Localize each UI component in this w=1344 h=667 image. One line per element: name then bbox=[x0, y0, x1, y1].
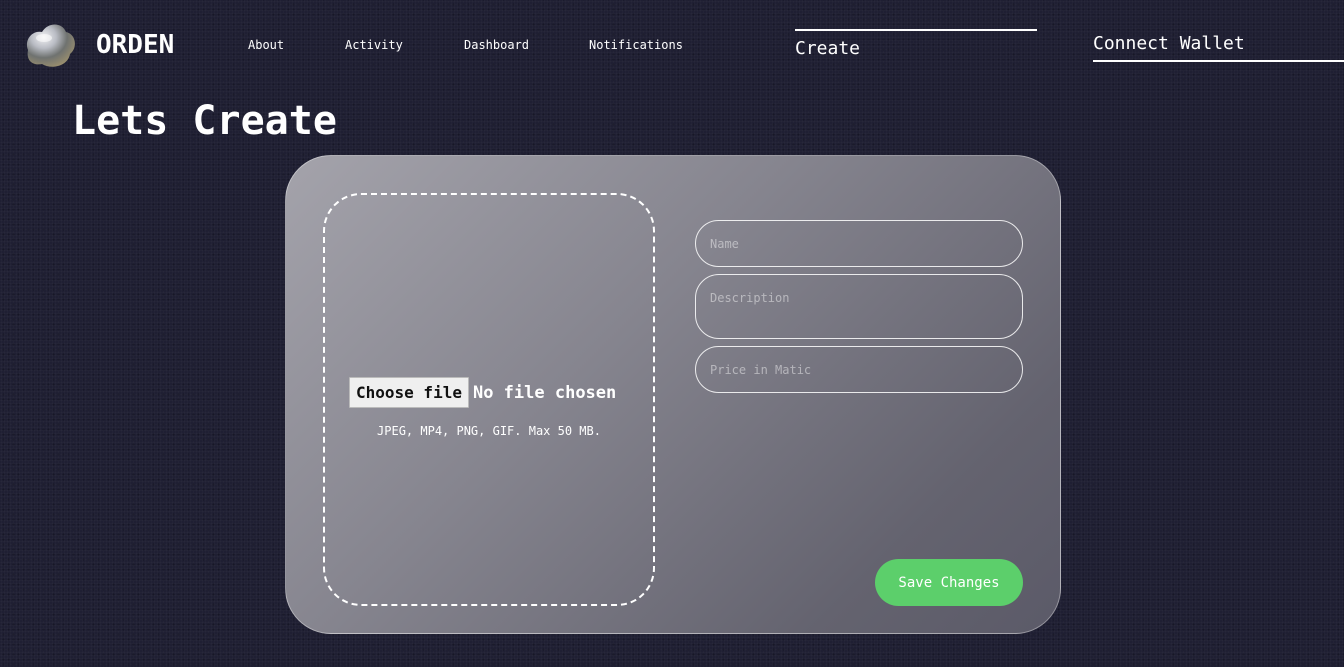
page-title: Lets Create bbox=[72, 98, 337, 144]
nav-notifications[interactable]: Notifications bbox=[589, 38, 683, 52]
nav-dashboard[interactable]: Dashboard bbox=[464, 38, 529, 52]
connect-wallet-label: Connect Wallet bbox=[1093, 33, 1245, 54]
logo-icon[interactable] bbox=[22, 20, 78, 70]
file-format-hint: JPEG, MP4, PNG, GIF. Max 50 MB. bbox=[377, 424, 601, 438]
nav-activity[interactable]: Activity bbox=[345, 38, 403, 52]
file-dropzone[interactable]: Choose file No file chosen JPEG, MP4, PN… bbox=[323, 193, 655, 606]
nav-about[interactable]: About bbox=[248, 38, 284, 52]
brand-name[interactable]: ORDEN bbox=[96, 30, 174, 60]
connect-wallet-button[interactable]: Connect Wallet bbox=[1093, 33, 1344, 62]
create-form-card: Choose file No file chosen JPEG, MP4, PN… bbox=[285, 155, 1061, 634]
description-input[interactable] bbox=[695, 274, 1023, 339]
create-tab-label: Create bbox=[795, 38, 861, 59]
file-input[interactable]: Choose file No file chosen bbox=[349, 377, 616, 408]
price-input[interactable] bbox=[695, 346, 1023, 393]
save-changes-button[interactable]: Save Changes bbox=[875, 559, 1023, 606]
choose-file-button[interactable]: Choose file bbox=[349, 377, 469, 408]
name-input[interactable] bbox=[695, 220, 1023, 267]
file-status: No file chosen bbox=[472, 382, 617, 403]
create-tab[interactable]: Create bbox=[795, 29, 1037, 59]
